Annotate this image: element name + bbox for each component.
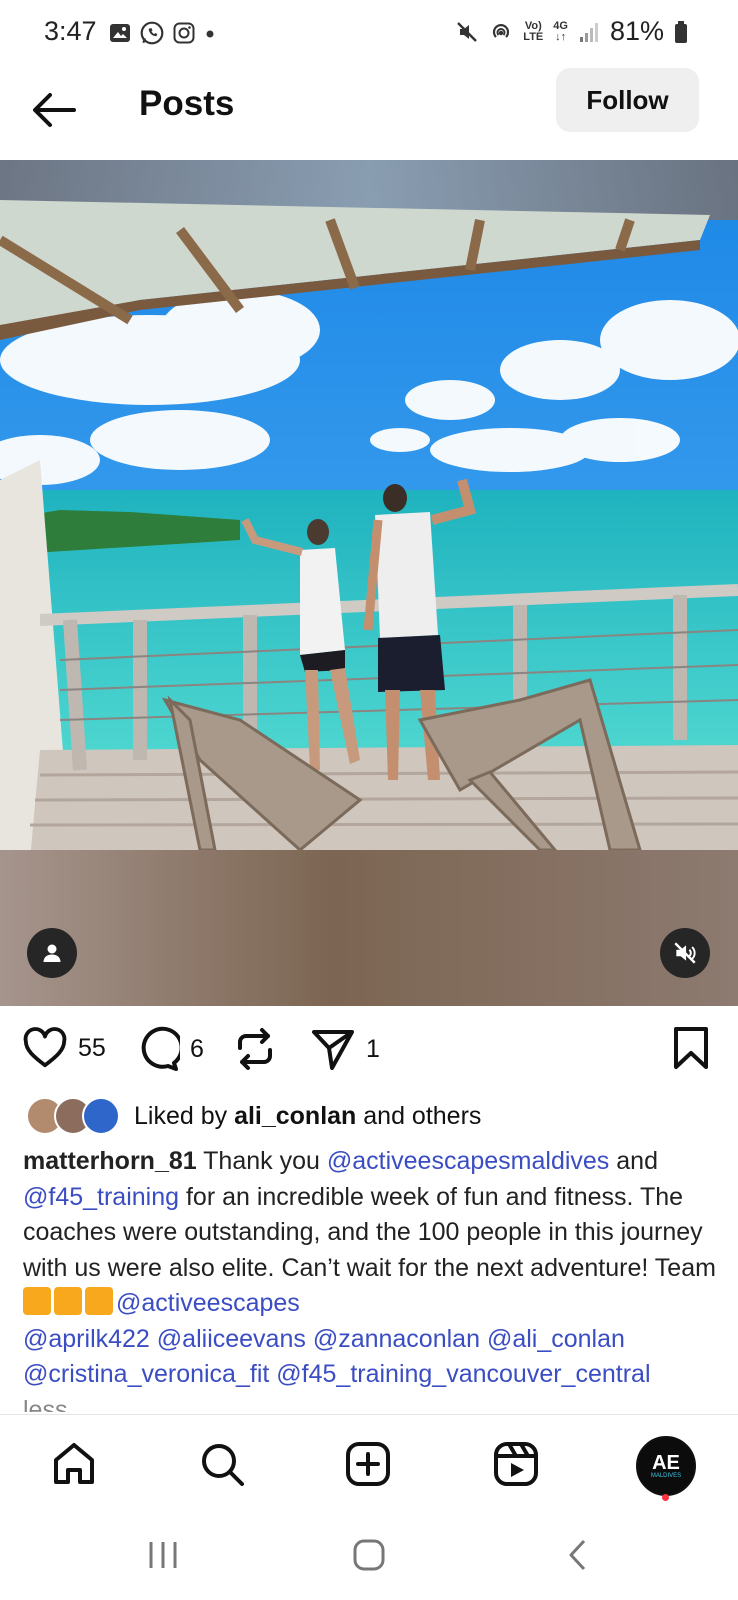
like-action: 55	[22, 1026, 106, 1070]
mention-link[interactable]: @aprilk422	[23, 1325, 150, 1353]
home-system-icon[interactable]	[352, 1538, 386, 1572]
post-media[interactable]	[0, 160, 738, 1006]
recent-apps-icon[interactable]	[148, 1538, 178, 1572]
home-icon	[54, 1443, 94, 1484]
heart-icon[interactable]	[22, 1026, 68, 1070]
caption-author[interactable]: matterhorn_81	[23, 1147, 197, 1175]
repost-action	[232, 1026, 278, 1072]
page-title: Posts	[139, 84, 235, 123]
comment-action: 6	[134, 1026, 204, 1072]
mention-link[interactable]: @zannaconlan	[313, 1325, 480, 1353]
orange-square-emoji	[54, 1287, 82, 1315]
share-count[interactable]: 1	[366, 1035, 380, 1064]
whatsapp-icon	[140, 21, 164, 45]
mention-link[interactable]: @ali_conlan	[487, 1325, 625, 1353]
mention-link[interactable]: @activeescapes	[116, 1289, 300, 1317]
reels-icon	[494, 1442, 538, 1486]
comment-count[interactable]: 6	[190, 1035, 204, 1064]
nav-search[interactable]	[196, 1438, 248, 1490]
battery-percent: 81%	[609, 16, 664, 46]
orange-square-emoji	[23, 1287, 51, 1315]
nav-home[interactable]	[48, 1438, 100, 1490]
arrow-left-icon	[33, 93, 76, 127]
status-time: 3:47	[44, 16, 97, 46]
data-arrows: ↓↑	[555, 30, 567, 43]
mention-link[interactable]: @aliiceevans	[157, 1325, 306, 1353]
status-notification-icons	[108, 20, 217, 46]
post-photo	[0, 160, 738, 1006]
profile-monogram: AE	[652, 1451, 680, 1474]
battery-icon	[675, 20, 687, 43]
volte-indicator: Vo) LTE	[523, 19, 544, 43]
mention-link[interactable]: @cristina_veronica_fit	[23, 1360, 269, 1388]
back-button[interactable]	[30, 86, 78, 134]
less-link[interactable]: less	[23, 1396, 67, 1413]
signal-icon	[579, 22, 598, 42]
nav-reels[interactable]	[490, 1438, 542, 1490]
caption-container: matterhorn_81 Thank you @activeescapesma…	[0, 1144, 738, 1412]
person-icon	[43, 944, 61, 962]
liker-avatar	[82, 1097, 120, 1135]
nav-create[interactable]	[342, 1438, 394, 1490]
nav-profile-avatar[interactable]: AE MALDIVES	[636, 1436, 696, 1496]
mute-toggle-button[interactable]	[660, 928, 710, 978]
liker-username[interactable]: ali_conlan	[234, 1102, 356, 1130]
speaker-muted-icon	[674, 942, 696, 964]
liked-by-text: Liked by ali_conlan and others	[134, 1101, 482, 1130]
save-action	[672, 1026, 710, 1070]
search-icon	[202, 1444, 244, 1486]
like-count[interactable]: 55	[78, 1034, 106, 1063]
dot-icon	[206, 30, 214, 38]
back-system-icon[interactable]	[566, 1538, 590, 1572]
gallery-icon	[110, 24, 130, 42]
instagram-icon	[173, 22, 195, 44]
profile-subtitle: MALDIVES	[650, 1472, 682, 1479]
orange-square-emoji	[85, 1287, 113, 1315]
send-icon[interactable]	[310, 1026, 356, 1072]
comment-icon[interactable]	[134, 1026, 180, 1072]
tagged-people-button[interactable]	[27, 928, 77, 978]
share-action: 1	[310, 1026, 380, 1072]
repost-icon[interactable]	[232, 1026, 278, 1072]
post-caption: matterhorn_81 Thank you @activeescapesma…	[23, 1144, 723, 1412]
follow-button[interactable]: Follow	[556, 68, 699, 132]
liked-by-row[interactable]: Liked by ali_conlan and others	[26, 1097, 481, 1135]
mention-link[interactable]: @f45_training_vancouver_central	[276, 1360, 650, 1388]
hotspot-icon	[493, 23, 510, 38]
4g-indicator: 4G ↓↑	[553, 19, 568, 43]
mute-status-icon	[457, 21, 478, 42]
mention-link[interactable]: @f45_training	[23, 1183, 179, 1211]
post-actions: 55 6 1	[0, 1022, 738, 1078]
system-navigation-bar	[0, 1516, 738, 1600]
mention-link[interactable]: @activeescapesmaldives	[327, 1147, 609, 1175]
notification-dot	[662, 1494, 669, 1501]
bookmark-icon[interactable]	[672, 1026, 710, 1070]
plus-square-icon	[346, 1442, 390, 1486]
status-system-icons: Vo) LTE 4G ↓↑ 81%	[455, 16, 688, 47]
